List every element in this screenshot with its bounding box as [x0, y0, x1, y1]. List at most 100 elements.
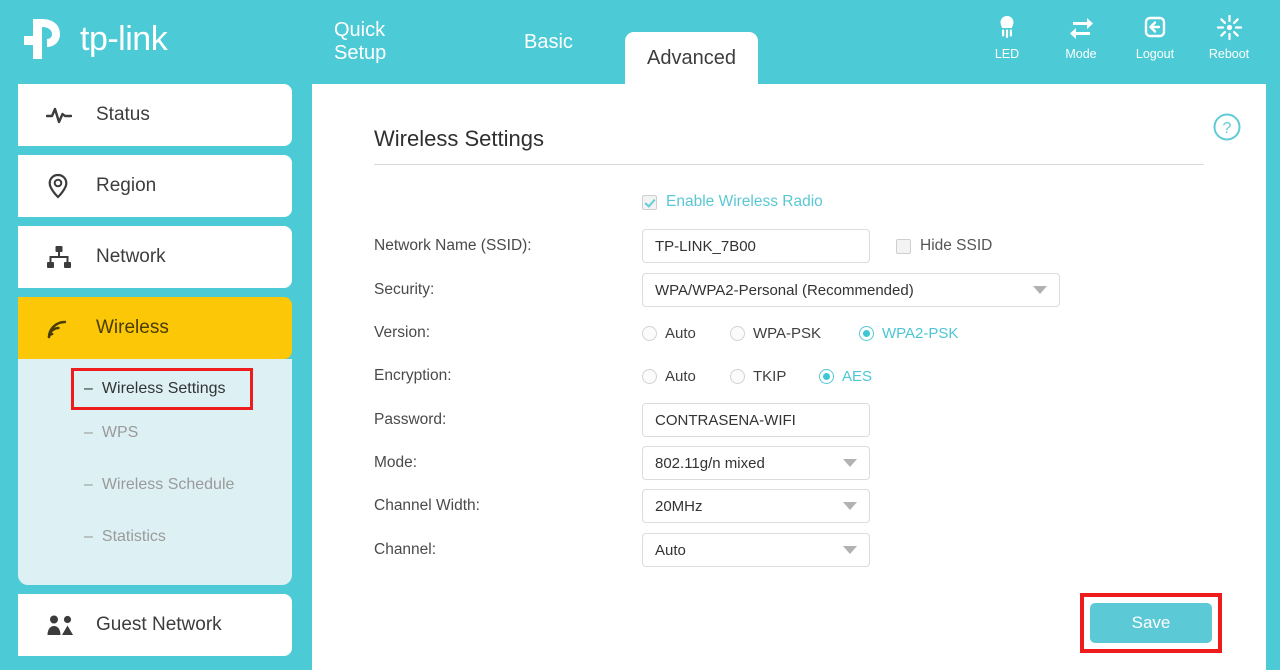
ssid-input[interactable]: TP-LINK_7B00 [642, 229, 870, 263]
hide-ssid-label: Hide SSID [920, 237, 993, 254]
row-password: Password: CONTRASENA-WIFI [374, 403, 1234, 437]
radio-circle-icon [859, 325, 874, 341]
sidebar-item-wps[interactable]: – WPS [18, 407, 292, 459]
sidebar-label-region: Region [96, 175, 157, 196]
encryption-radio-group: Auto TKIP AES [642, 368, 872, 385]
sidebar-item-wireless-schedule[interactable]: – Wireless Schedule [18, 459, 292, 511]
header-icon-bar: LED Mode Logout Reboot [970, 12, 1266, 61]
logout-arrow-icon [1142, 12, 1168, 42]
content-panel: Wireless Settings ? Enable Wireless Radi… [312, 84, 1266, 670]
row-channel: Channel: Auto [374, 533, 1234, 567]
enable-wireless-radio-checkbox[interactable]: Enable Wireless Radio [642, 193, 823, 211]
encryption-label: Encryption: [374, 367, 452, 384]
row-ssid: Network Name (SSID): TP-LINK_7B00 Hide S… [374, 229, 1234, 263]
enable-wireless-radio-label: Enable Wireless Radio [666, 193, 823, 210]
app-header: tp-link Quick Setup Basic Advanced LED M… [0, 0, 1280, 84]
swap-arrows-icon [1068, 12, 1095, 42]
version-radio-group: Auto WPA-PSK WPA2-PSK [642, 325, 958, 342]
sidebar-label-network: Network [96, 246, 166, 267]
radio-circle-icon [642, 325, 657, 341]
mode-select[interactable]: 802.11g/n mixed [642, 446, 870, 480]
version-option-wpa-psk[interactable]: WPA-PSK [730, 325, 859, 342]
pulse-icon [46, 105, 86, 125]
row-encryption: Encryption: Auto TKIP AES [374, 361, 1234, 391]
logout-button[interactable]: Logout [1118, 12, 1192, 61]
mode-button[interactable]: Mode [1044, 12, 1118, 61]
version-option-wpa2-psk[interactable]: WPA2-PSK [859, 325, 958, 342]
guest-users-icon [46, 614, 86, 636]
encryption-tkip-label: TKIP [753, 367, 787, 385]
version-wpa-psk-label: WPA-PSK [753, 324, 822, 342]
password-label: Password: [374, 411, 447, 428]
submenu-label-wireless-schedule: Wireless Schedule [101, 476, 235, 493]
row-version: Version: Auto WPA-PSK WPA2-PSK [374, 318, 1234, 348]
chevron-down-icon [1033, 286, 1047, 294]
radio-circle-icon [730, 368, 745, 384]
channel-width-value: 20MHz [655, 497, 703, 515]
row-security: Security: WPA/WPA2-Personal (Recommended… [374, 273, 1234, 307]
reboot-label: Reboot [1208, 47, 1250, 61]
security-select[interactable]: WPA/WPA2-Personal (Recommended) [642, 273, 1060, 307]
sidebar-nav: Status Region Network Wireless – Wireles… [18, 84, 292, 670]
led-label: LED [994, 47, 1020, 61]
location-pin-icon [46, 173, 86, 199]
led-bulb-icon [994, 12, 1020, 42]
wireless-submenu: – Wireless Settings – WPS – Wireless Sch… [18, 359, 292, 585]
mode-label: Mode: [374, 454, 418, 471]
tab-quick-setup[interactable]: Quick Setup [312, 0, 408, 84]
checkbox-box-icon [642, 194, 657, 210]
sidebar-item-region[interactable]: Region [18, 155, 292, 217]
sidebar-item-wireless[interactable]: Wireless [18, 297, 292, 359]
version-label: Version: [374, 324, 431, 341]
row-channel-width: Channel Width: 20MHz [374, 489, 1234, 523]
channel-width-select[interactable]: 20MHz [642, 489, 870, 523]
row-enable-wireless-radio: Enable Wireless Radio [374, 187, 1234, 217]
submenu-label-wireless-settings: Wireless Settings [101, 380, 226, 397]
sidebar-item-guest-network[interactable]: Guest Network [18, 594, 292, 656]
sidebar-label-status: Status [96, 104, 150, 125]
channel-width-label: Channel Width: [374, 497, 480, 514]
tab-basic[interactable]: Basic [502, 0, 595, 84]
channel-value: Auto [655, 541, 686, 559]
dash-bullet: – [84, 380, 93, 397]
dash-bullet: – [84, 424, 93, 441]
tp-link-logo[interactable]: tp-link [22, 12, 222, 66]
dash-bullet: – [84, 476, 93, 493]
sidebar-item-network[interactable]: Network [18, 226, 292, 288]
encryption-aes-label: AES [842, 367, 873, 385]
page-title: Wireless Settings [374, 126, 544, 151]
network-tree-icon [46, 245, 86, 269]
submenu-label-wps: WPS [101, 424, 139, 441]
row-mode: Mode: 802.11g/n mixed [374, 446, 1234, 480]
hide-ssid-checkbox[interactable]: Hide SSID [896, 237, 992, 255]
radio-circle-icon [819, 368, 834, 384]
save-button[interactable]: Save [1090, 603, 1212, 643]
encryption-option-tkip[interactable]: TKIP [730, 368, 819, 385]
mode-value: 802.11g/n mixed [655, 454, 765, 472]
reboot-button[interactable]: Reboot [1192, 12, 1266, 61]
encryption-option-aes[interactable]: AES [819, 368, 872, 385]
svg-text:?: ? [1223, 120, 1232, 137]
version-auto-label: Auto [665, 324, 696, 342]
tab-advanced[interactable]: Advanced [625, 32, 758, 84]
version-wpa2-psk-label: WPA2-PSK [882, 324, 959, 342]
chevron-down-icon [843, 459, 857, 467]
router-admin-page: tp-link Quick Setup Basic Advanced LED M… [0, 0, 1280, 670]
submenu-label-statistics: Statistics [101, 528, 166, 545]
chevron-down-icon [843, 502, 857, 510]
radio-circle-icon [642, 368, 657, 384]
help-question-icon[interactable]: ? [1212, 112, 1242, 147]
sidebar-item-statistics[interactable]: – Statistics [18, 511, 292, 563]
sidebar-item-wireless-settings[interactable]: – Wireless Settings [71, 368, 253, 410]
title-divider [374, 164, 1204, 165]
channel-select[interactable]: Auto [642, 533, 870, 567]
encryption-option-auto[interactable]: Auto [642, 368, 730, 385]
password-input[interactable]: CONTRASENA-WIFI [642, 403, 870, 437]
sidebar-label-wireless: Wireless [96, 317, 169, 338]
security-value: WPA/WPA2-Personal (Recommended) [655, 281, 914, 299]
logout-label: Logout [1135, 47, 1175, 61]
version-option-auto[interactable]: Auto [642, 325, 730, 342]
radio-circle-icon [730, 325, 745, 341]
sidebar-item-status[interactable]: Status [18, 84, 292, 146]
led-button[interactable]: LED [970, 12, 1044, 61]
